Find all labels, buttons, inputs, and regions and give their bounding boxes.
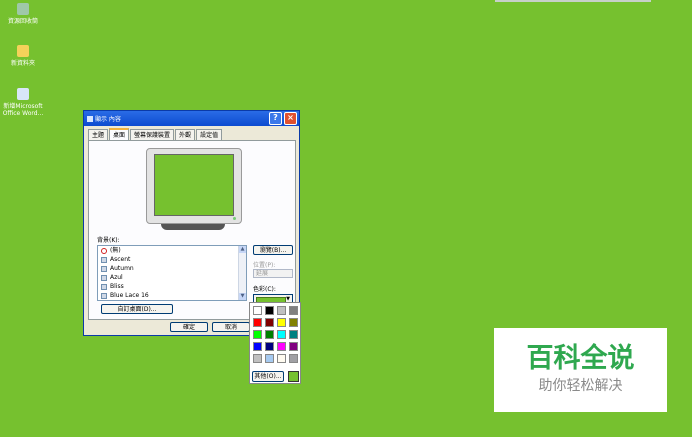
browse-button[interactable]: 瀏覽(B)... — [253, 245, 293, 255]
color-palette-popup: 其他(O)... — [249, 302, 301, 384]
current-color-swatch — [288, 371, 299, 382]
dialog-titlebar[interactable]: 顯示 內容 ? × — [84, 111, 299, 126]
background-label: 背景(K): — [97, 237, 120, 244]
color-cell[interactable] — [265, 342, 274, 351]
list-item[interactable]: Autumn — [98, 264, 246, 273]
image-file-icon — [101, 274, 107, 281]
image-file-icon — [101, 283, 107, 290]
desktop-icon-label: 資源回收筒 — [7, 18, 38, 25]
color-cell[interactable] — [265, 306, 274, 315]
preview-screen — [154, 154, 234, 216]
ok-button[interactable]: 確定 — [170, 322, 208, 332]
folder-icon — [17, 45, 29, 57]
list-item[interactable]: Bliss — [98, 282, 246, 291]
color-cell[interactable] — [289, 318, 298, 327]
monitor-stand — [161, 224, 225, 230]
recycle-bin-icon — [17, 3, 29, 15]
image-file-icon — [101, 265, 107, 272]
color-cell[interactable] — [253, 354, 262, 363]
color-cell[interactable] — [277, 306, 286, 315]
monitor-preview — [146, 148, 242, 224]
desktop-icon-word-doc[interactable]: 新增Microsoft Office Word... — [0, 88, 46, 117]
dialog-title: 顯示 內容 — [95, 116, 121, 123]
color-cell[interactable] — [277, 354, 286, 363]
list-scrollbar[interactable]: ▲ ▼ — [238, 246, 246, 300]
color-cell[interactable] — [289, 330, 298, 339]
color-cell[interactable] — [253, 342, 262, 351]
color-cell[interactable] — [277, 342, 286, 351]
list-item[interactable]: (無) — [98, 246, 246, 255]
watermark-main: 百科全说 — [526, 343, 635, 374]
word-document-icon — [17, 88, 29, 100]
color-cell[interactable] — [253, 306, 262, 315]
list-item[interactable]: Ascent — [98, 255, 246, 264]
display-icon — [87, 115, 93, 122]
color-cell[interactable] — [265, 330, 274, 339]
color-cell[interactable] — [289, 354, 298, 363]
list-item[interactable]: Azul — [98, 273, 246, 282]
background-list[interactable]: (無) Ascent Autumn Azul Bliss Blue Lace 1… — [97, 245, 247, 301]
color-cell[interactable] — [277, 330, 286, 339]
power-led — [233, 217, 236, 220]
help-button[interactable]: ? — [269, 112, 282, 125]
image-file-icon — [101, 256, 107, 263]
color-cell[interactable] — [265, 354, 274, 363]
scroll-down-icon[interactable]: ▼ — [239, 293, 246, 300]
image-file-icon — [101, 292, 107, 299]
desktop-tab-panel: 背景(K): (無) Ascent Autumn Azul Bliss Blue… — [88, 140, 296, 320]
none-icon — [101, 247, 107, 254]
customize-desktop-button[interactable]: 自訂桌面(D)... — [101, 304, 173, 314]
desktop-icon-label: 新資料夾 — [10, 60, 35, 67]
color-cell[interactable] — [253, 318, 262, 327]
list-item[interactable]: Blue Lace 16 — [98, 291, 246, 300]
color-cell[interactable] — [265, 318, 274, 327]
watermark-logo: 百科全说 助你轻松解决 — [494, 328, 667, 412]
desktop-icon-new-folder[interactable]: 新資料夾 — [0, 45, 46, 67]
top-bar-strip — [495, 0, 651, 2]
color-cell[interactable] — [253, 330, 262, 339]
position-select[interactable]: 延展 — [253, 269, 293, 278]
color-grid — [253, 306, 298, 363]
desktop-icon-recycle-bin[interactable]: 資源回收筒 — [0, 3, 46, 25]
color-cell[interactable] — [289, 342, 298, 351]
desktop-icon-label: 新增Microsoft Office Word... — [2, 103, 44, 117]
color-label: 色彩(C): — [253, 286, 276, 293]
scroll-up-icon[interactable]: ▲ — [239, 246, 246, 253]
watermark-sub: 助你轻松解决 — [538, 378, 623, 394]
other-colors-button[interactable]: 其他(O)... — [252, 371, 284, 382]
close-button[interactable]: × — [284, 112, 297, 125]
cancel-button[interactable]: 取消 — [212, 322, 250, 332]
color-cell[interactable] — [277, 318, 286, 327]
position-label: 位置(P): — [253, 262, 276, 269]
color-cell[interactable] — [289, 306, 298, 315]
